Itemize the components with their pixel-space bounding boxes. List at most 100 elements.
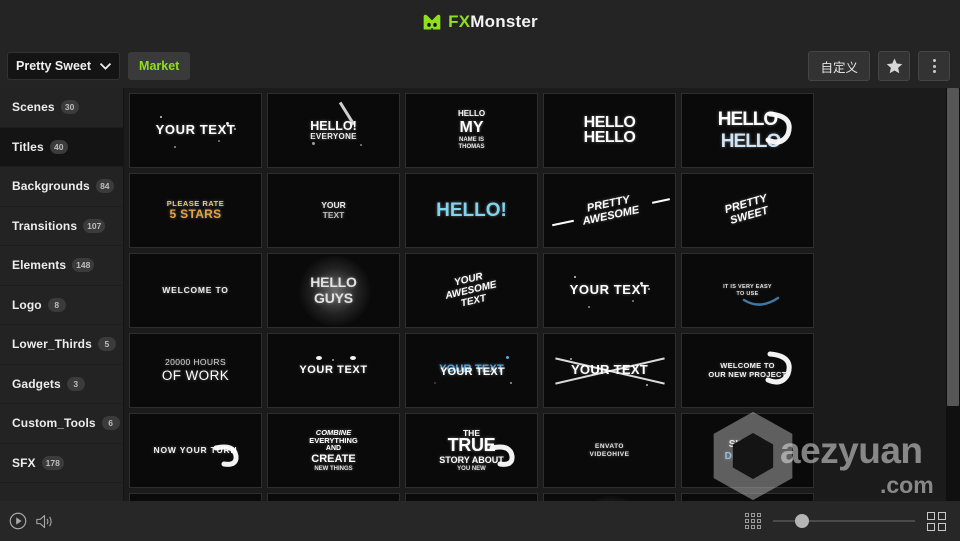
template-thumbnail[interactable]: HELLO HELLO — [681, 93, 814, 168]
thumbnail-text-line: TEXT — [322, 209, 345, 220]
particle — [312, 142, 315, 145]
status-bar — [0, 501, 960, 541]
thumbnail-text-line: YOU NEW — [457, 465, 486, 472]
logo-fx-text: FX — [448, 12, 471, 31]
template-thumbnail[interactable]: HELLO! EVERYONE — [267, 93, 400, 168]
thumbnail-text-line: HELLO — [457, 109, 486, 119]
thumbnail-text-line: TRUE — [447, 435, 496, 456]
sidebar-item-titles[interactable]: Titles 40 — [0, 127, 123, 167]
sidebar-item-count: 107 — [83, 218, 106, 233]
template-thumbnail[interactable]: HELLO! — [405, 173, 538, 248]
template-thumbnail[interactable]: WELCOME TO — [129, 253, 262, 328]
tab-market-label: Market — [139, 59, 180, 73]
sidebar-item-label: Scenes — [12, 100, 55, 115]
app-window: FXMonster Pretty Sweet Market 自定义 Scenes… — [0, 0, 960, 541]
sidebar-item-scenes[interactable]: Scenes 30 — [0, 88, 123, 128]
particle — [570, 358, 572, 360]
template-thumbnail[interactable]: IT IS VERY EASY TO USE — [681, 253, 814, 328]
template-thumbnail[interactable]: PRETTY AWESOME — [543, 173, 676, 248]
template-thumbnail[interactable]: WELCOME TO OUR NEW PROJECT — [681, 333, 814, 408]
thumbnail-text-line: HELLO — [720, 130, 781, 152]
template-thumbnail[interactable]: PLEASE RATE 5 STARS — [129, 173, 262, 248]
thumbnail-text-line: WELCOME TO — [162, 284, 229, 295]
template-thumbnail[interactable]: COMBINE EVERYTHING AND CREATE NEW THINGS — [267, 413, 400, 488]
template-thumbnail[interactable]: YOUR TEXT — [543, 253, 676, 328]
thumbnail-preview-text: HELLO MY NAME IS THOMAS — [457, 109, 486, 150]
thumbnail-text-line: GUYS — [314, 289, 353, 306]
thumbnail-preview-text: HELLO HELLO — [715, 109, 781, 152]
thumbnail-text-line: ENVATO — [594, 443, 624, 451]
template-thumbnail[interactable]: PRETTY SWEET — [681, 173, 814, 248]
template-thumbnail[interactable]: YOUR TEXT — [129, 93, 262, 168]
template-thumbnail[interactable] — [267, 493, 400, 501]
template-grid: YOUR TEXT HELLO! EVERYONE HELLO MY NAME IS THO… — [124, 88, 960, 501]
thumbnail-text-line: HELLO! — [310, 119, 357, 134]
sidebar-item-custom_tools[interactable]: Custom_Tools 6 — [0, 404, 123, 444]
preset-dropdown[interactable]: Pretty Sweet — [7, 52, 121, 80]
sidebar-item-count: 8 — [47, 297, 66, 312]
preset-dropdown-label: Pretty Sweet — [16, 59, 92, 73]
play-circle-icon[interactable] — [9, 512, 27, 530]
template-grid-panel[interactable]: YOUR TEXT HELLO! EVERYONE HELLO MY NAME IS THO… — [124, 88, 960, 501]
thumbnail-preview-text: HELLO! EVERYONE — [310, 119, 357, 142]
template-thumbnail[interactable]: SWEET DREAMS — [681, 413, 814, 488]
grid-large-icon[interactable] — [927, 511, 946, 531]
more-options-button[interactable] — [918, 51, 950, 81]
thumbnail-preview-text: COMBINE EVERYTHING AND CREATE NEW THINGS — [309, 428, 357, 473]
sidebar-item-gadgets[interactable]: Gadgets 3 — [0, 365, 123, 404]
sidebar-item-count: 3 — [66, 376, 85, 391]
template-thumbnail[interactable]: ENVATO VIDEOHIVE — [543, 413, 676, 488]
thumbnail-preview-text: YOUR TEXT — [571, 363, 648, 378]
sidebar-item-sfx[interactable]: SFX 178 — [0, 444, 123, 483]
template-thumbnail[interactable]: NOW YOUR TURN — [129, 413, 262, 488]
thumbnail-preview-text: PLEASE RATE 5 STARS — [167, 199, 224, 222]
sidebar-item-count: 5 — [97, 337, 116, 352]
zoom-slider-handle[interactable] — [795, 514, 809, 528]
sidebar-item-lower_thirds[interactable]: Lower_Thirds 5 — [0, 325, 123, 365]
thumbnail-text-line: CREATE — [311, 453, 356, 466]
favorite-button[interactable] — [878, 51, 910, 81]
template-thumbnail[interactable]: 20000 HOURS OF WORK — [129, 333, 262, 408]
thumbnail-text-line: TO USE — [736, 290, 759, 297]
template-thumbnail[interactable]: YEAH! — [543, 493, 676, 501]
sidebar-item-logo[interactable]: Logo 8 — [0, 286, 123, 325]
category-sidebar[interactable]: Scenes 30 Titles 40 Backgrounds 84 Transitions… — [0, 88, 124, 501]
template-thumbnail[interactable]: YOUR TEXT — [267, 173, 400, 248]
particle — [506, 356, 509, 359]
sidebar-item-backgrounds[interactable]: Backgrounds 84 — [0, 167, 123, 207]
vertical-scrollbar[interactable] — [946, 88, 960, 501]
dash-line — [651, 198, 671, 204]
template-thumbnail[interactable]: 2 YEAROF WORK — [405, 493, 538, 501]
thumbnail-preview-text: PRETTY AWESOME — [579, 192, 640, 228]
customize-button[interactable]: 自定义 — [808, 51, 870, 81]
template-thumbnail[interactable]: THE TRUE STORY ABOUT YOU NEW — [405, 413, 538, 488]
sidebar-item-label: Custom_Tools — [12, 416, 96, 431]
chevron-down-icon — [100, 62, 112, 70]
grid-small-icon[interactable] — [745, 513, 761, 529]
scrollbar-thumb[interactable] — [947, 88, 959, 406]
star-icon — [886, 58, 902, 74]
particle — [174, 146, 176, 148]
template-thumbnail[interactable]: HELLO GUYS — [267, 253, 400, 328]
template-thumbnail[interactable]: YOUR TEXT — [543, 333, 676, 408]
template-thumbnail[interactable]: HELLO MY NAME IS THOMAS — [405, 93, 538, 168]
particle — [632, 300, 634, 302]
thumbnail-text-line: YOUR TEXT — [569, 282, 650, 298]
template-thumbnail[interactable]: YOUR TEXT — [267, 333, 400, 408]
template-thumbnail[interactable]: HELLO HELLO — [543, 93, 676, 168]
zoom-slider[interactable] — [773, 514, 915, 528]
thumbnail-preview-text: WELCOME TO — [162, 284, 229, 296]
template-thumbnail[interactable]: YOUR AWESOME TEXT — [405, 253, 538, 328]
thumbnail-preview-text: 20000 HOURS OF WORK — [162, 358, 229, 383]
particle — [510, 382, 512, 384]
tab-market[interactable]: Market — [128, 52, 191, 80]
template-thumbnail[interactable]: STREET — [129, 493, 262, 501]
sidebar-item-label: Transitions — [12, 218, 78, 233]
sidebar-item-label: Logo — [12, 297, 42, 312]
template-thumbnail[interactable]: HELLOEVERYONE — [681, 493, 814, 501]
sidebar-item-elements[interactable]: Elements 148 — [0, 246, 123, 286]
template-thumbnail[interactable]: YOUR TEXT YOUR TEXT — [405, 333, 538, 408]
speaker-icon[interactable] — [35, 513, 54, 530]
logo-monster-text: Monster — [470, 12, 538, 31]
sidebar-item-transitions[interactable]: Transitions 107 — [0, 207, 123, 246]
